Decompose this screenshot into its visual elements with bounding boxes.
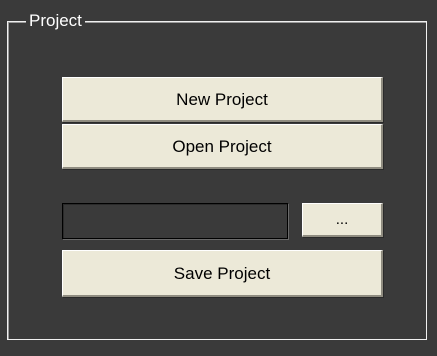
project-group-title: Project	[26, 11, 85, 31]
project-path-field[interactable]	[62, 203, 288, 239]
save-project-button[interactable]: Save Project	[62, 250, 383, 297]
project-panel: Project New Project Open Project ... Sav…	[0, 0, 437, 356]
browse-button[interactable]: ...	[302, 203, 383, 237]
open-project-button[interactable]: Open Project	[62, 124, 383, 169]
new-project-button[interactable]: New Project	[62, 77, 383, 122]
